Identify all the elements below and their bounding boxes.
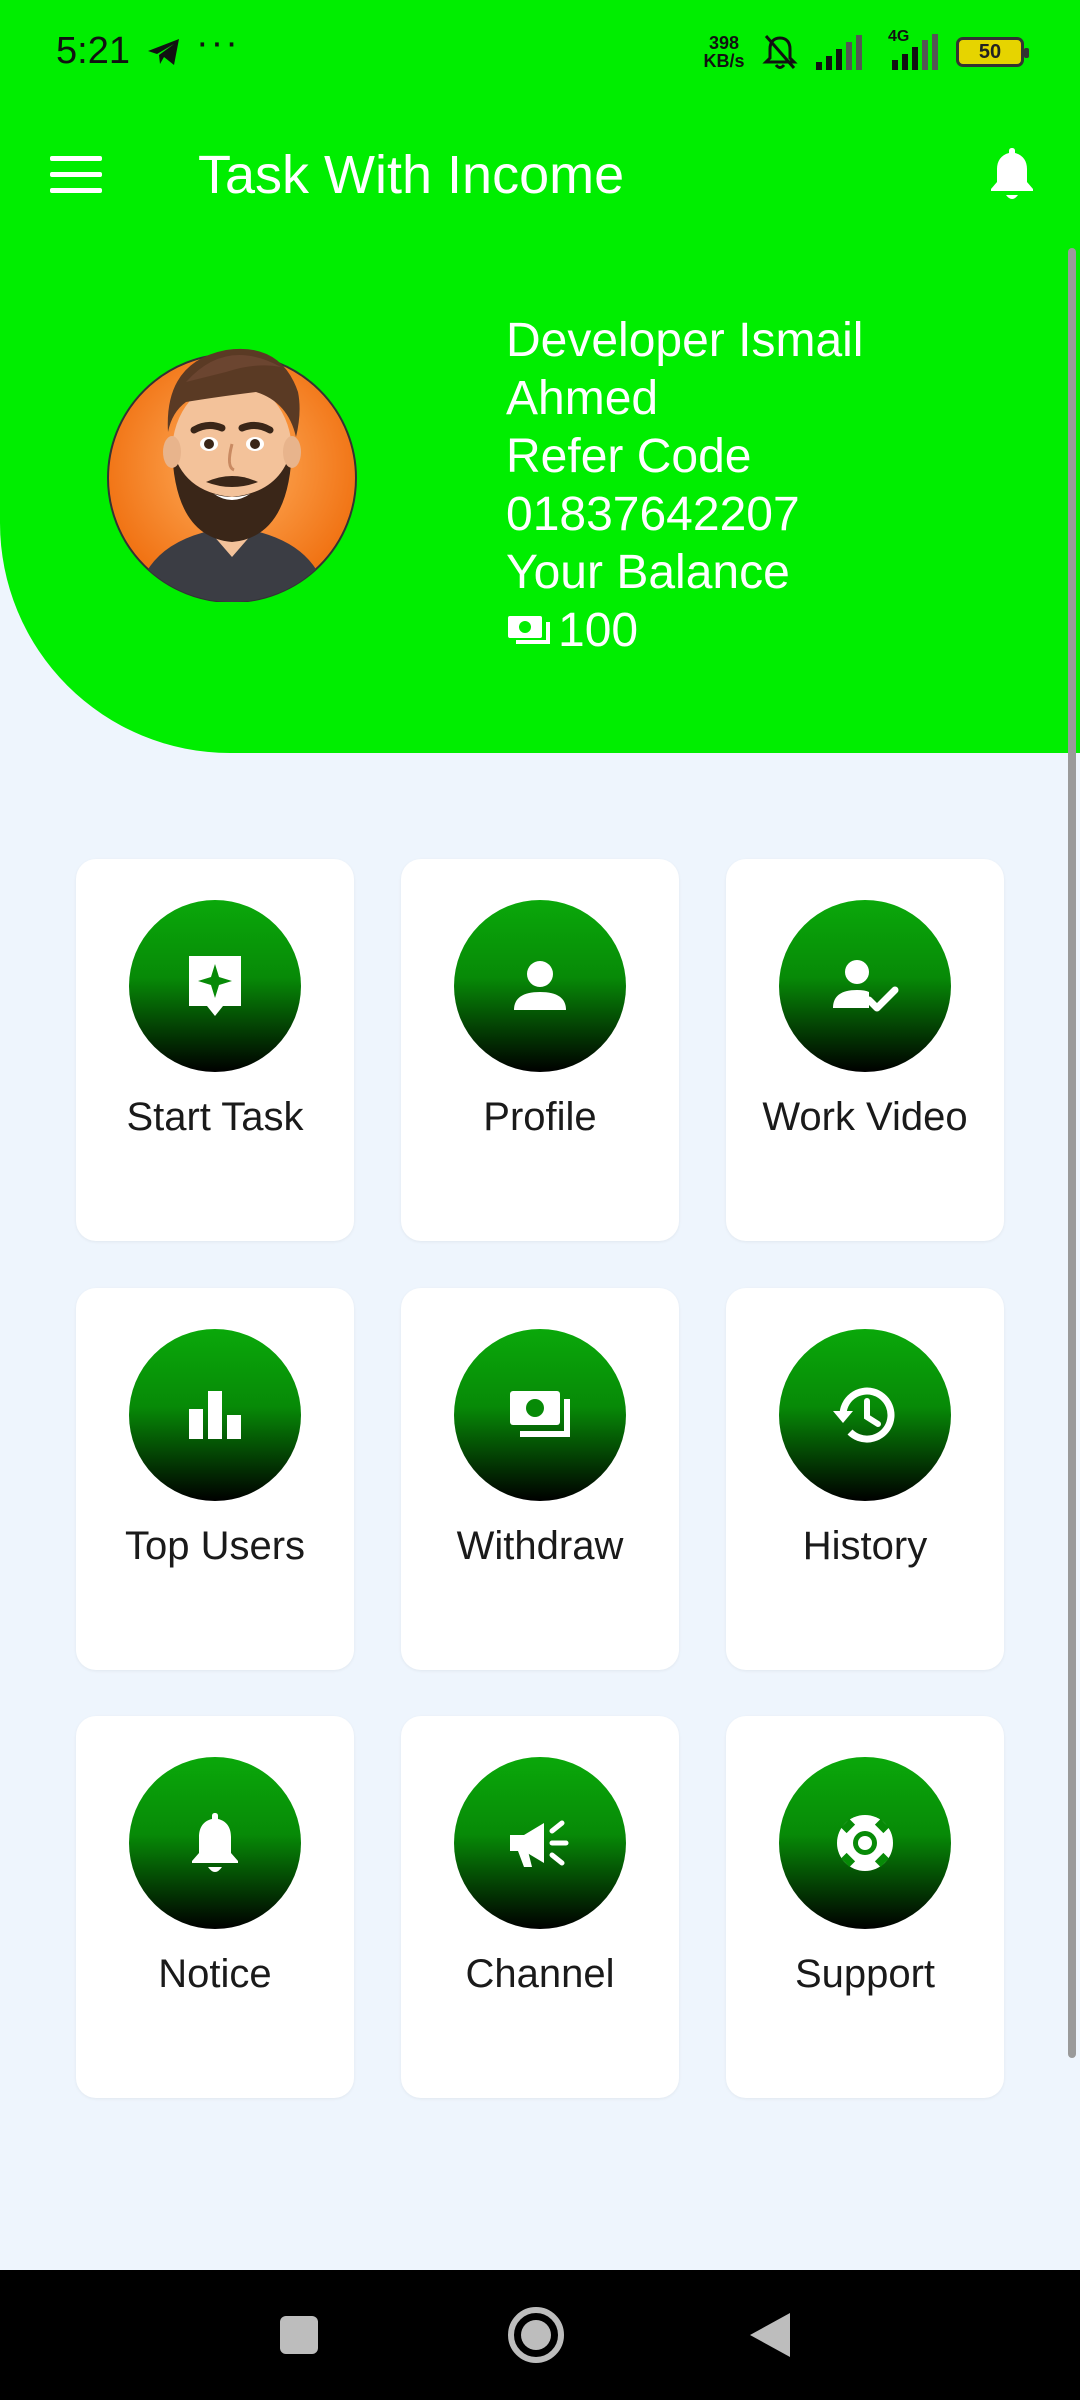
- telegram-icon: [148, 39, 179, 65]
- signal-icon-2: [892, 34, 938, 70]
- back-icon[interactable]: [746, 2310, 792, 2360]
- menu-icon[interactable]: [50, 150, 106, 204]
- work-video-button[interactable]: Work Video: [726, 859, 1004, 1241]
- top-users-label: Top Users: [124, 1524, 306, 1568]
- network-speed-unit: KB/s: [703, 51, 745, 71]
- person-icon: [514, 961, 566, 1010]
- notice-label: Notice: [158, 1952, 272, 1996]
- support-button[interactable]: Support: [726, 1716, 1004, 2098]
- start-task-label: Start Task: [126, 1095, 304, 1139]
- balance-row: 100: [506, 602, 863, 660]
- status-time: 5:21: [56, 30, 130, 72]
- bell-icon: [192, 1813, 238, 1872]
- recents-icon[interactable]: [278, 2314, 320, 2356]
- home-icon[interactable]: [506, 2305, 566, 2365]
- withdraw-label: Withdraw: [456, 1524, 624, 1568]
- network-speed: 398 KB/s: [702, 34, 746, 70]
- support-icon-circle: [779, 1757, 951, 1929]
- status-bar: 5:21 ··· 398 KB/s 4G 50: [0, 0, 1080, 110]
- profile-info: Developer Ismail Ahmed Refer Code 018376…: [506, 312, 863, 660]
- network-speed-value: 398: [708, 33, 740, 53]
- channel-label: Channel: [465, 1952, 615, 1996]
- lifebuoy-icon: [837, 1815, 893, 1871]
- history-icon: [833, 1387, 895, 1443]
- refer-code-value: 01837642207: [506, 488, 800, 541]
- signal-4g: 4G: [878, 28, 942, 72]
- support-label: Support: [794, 1952, 936, 1996]
- start-task-button[interactable]: Start Task: [76, 859, 354, 1241]
- refer-code-label: Refer Code: [506, 430, 752, 483]
- work-video-label: Work Video: [762, 1095, 968, 1139]
- task-sparkle-icon: [189, 956, 241, 1016]
- user-name-line2: Ahmed: [506, 372, 659, 425]
- profile-header: Developer Ismail Ahmed Refer Code 018376…: [0, 248, 1080, 753]
- signal-icon: [816, 35, 862, 70]
- withdraw-button[interactable]: Withdraw: [401, 1288, 679, 1670]
- notice-icon-circle: [129, 1757, 301, 1929]
- battery-indicator: 50: [956, 37, 1029, 67]
- withdraw-icon-circle: [454, 1329, 626, 1501]
- balance-value: 100: [558, 604, 639, 657]
- bell-icon[interactable]: [984, 144, 1040, 204]
- work-video-icon-circle: [779, 900, 951, 1072]
- megaphone-icon: [510, 1820, 569, 1867]
- app-bar: Task With Income: [0, 110, 1080, 248]
- app-title: Task With Income: [198, 145, 625, 205]
- profile-icon-circle: [454, 900, 626, 1072]
- system-nav-bar: [0, 2270, 1080, 2400]
- scrollbar[interactable]: [1068, 248, 1076, 2058]
- bar-chart-icon: [189, 1391, 241, 1439]
- silent-bell-icon: [762, 35, 798, 69]
- history-button[interactable]: History: [726, 1288, 1004, 1670]
- history-label: History: [802, 1524, 928, 1568]
- cash-icon: [510, 1391, 570, 1437]
- user-name-line1: Developer Ismail: [506, 314, 864, 367]
- balance-label: Your Balance: [506, 546, 790, 599]
- status-more-dots: ···: [196, 22, 240, 64]
- channel-button[interactable]: Channel: [401, 1716, 679, 2098]
- history-icon-circle: [779, 1329, 951, 1501]
- top-users-icon-circle: [129, 1329, 301, 1501]
- person-check-icon: [833, 960, 899, 1012]
- notice-button[interactable]: Notice: [76, 1716, 354, 2098]
- channel-icon-circle: [454, 1757, 626, 1929]
- profile-button[interactable]: Profile: [401, 859, 679, 1241]
- cash-icon: [508, 616, 550, 644]
- profile-label: Profile: [483, 1095, 597, 1139]
- top-users-button[interactable]: Top Users: [76, 1288, 354, 1670]
- avatar: [107, 348, 357, 602]
- start-task-icon-circle: [129, 900, 301, 1072]
